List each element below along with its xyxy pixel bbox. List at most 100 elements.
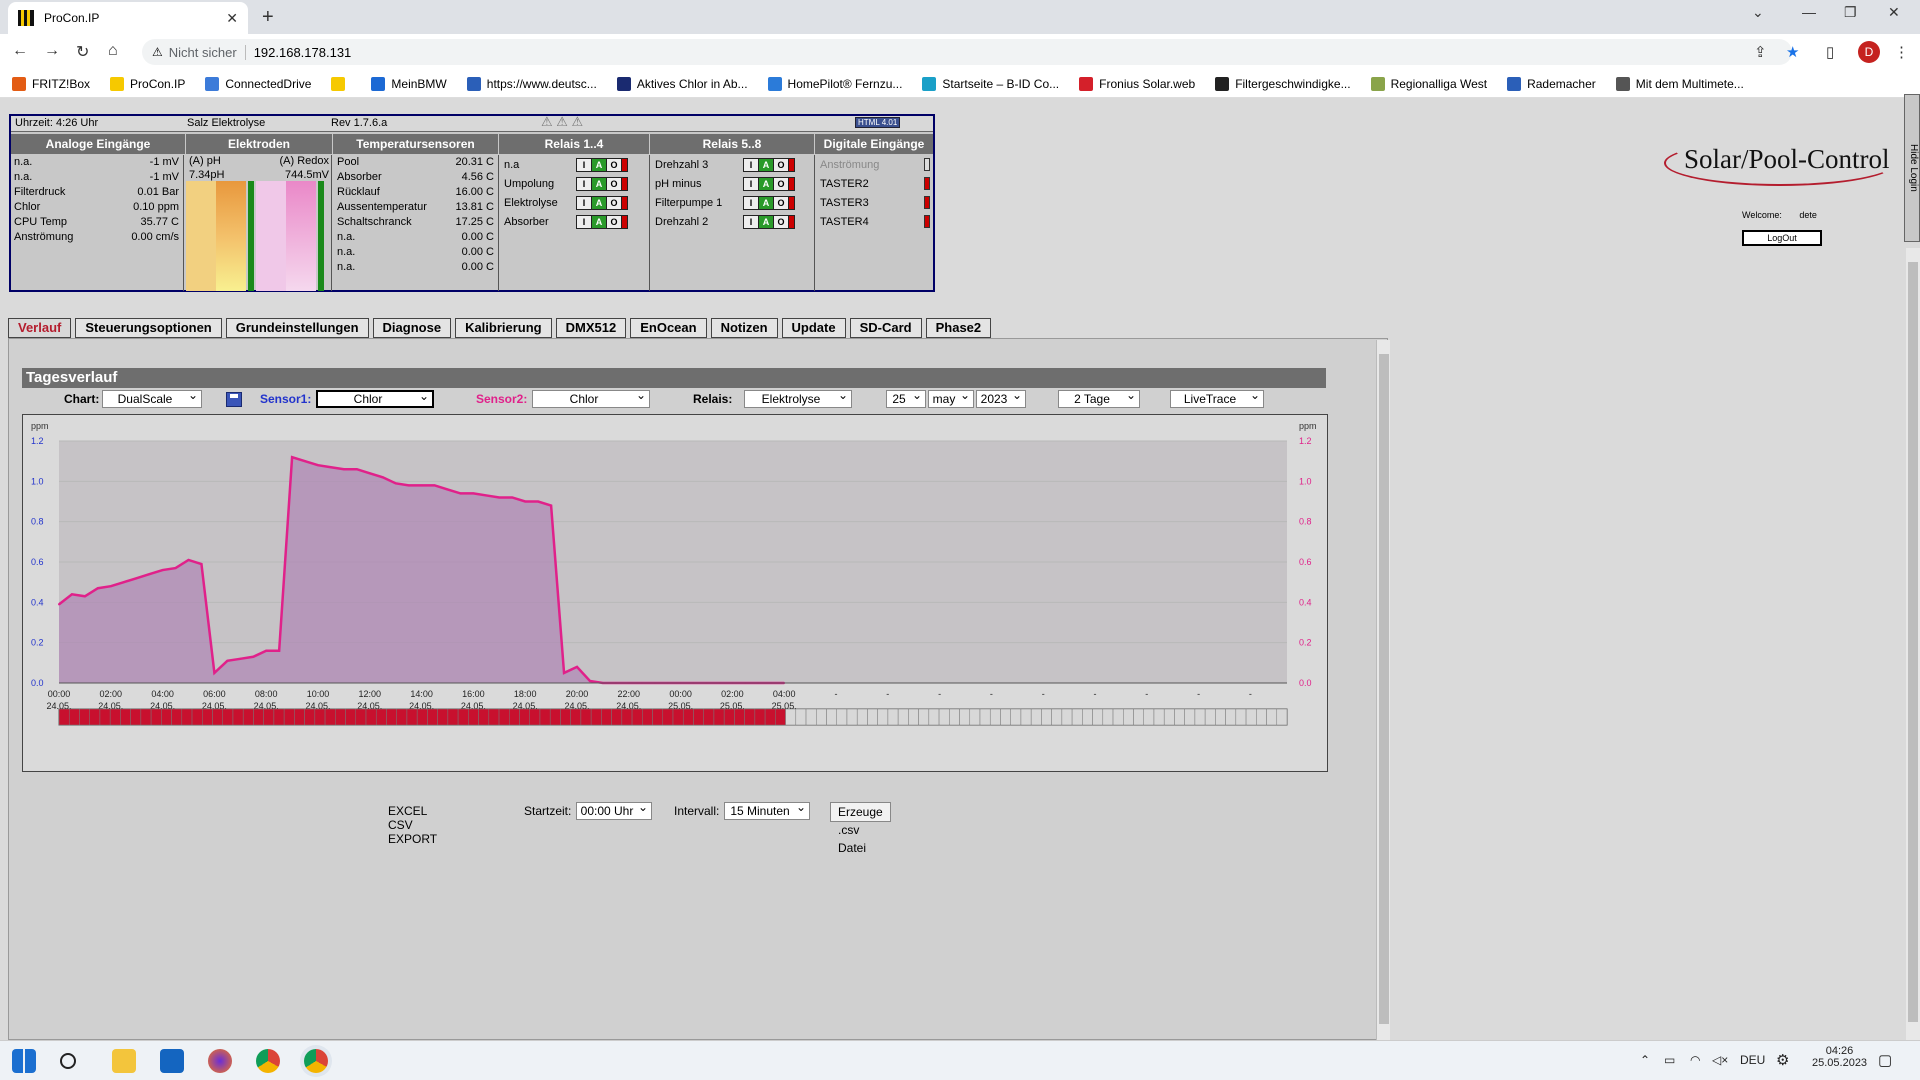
reload-icon[interactable]: ↻	[76, 42, 89, 62]
relay-iao-switch[interactable]: IAO	[743, 195, 795, 210]
interval-select[interactable]: 15 Minuten	[724, 800, 810, 820]
tab-dmx512[interactable]: DMX512	[555, 318, 627, 338]
relay-iao-switch[interactable]: IAO	[743, 176, 795, 191]
create-csv-button[interactable]: Erzeuge .csv Datei	[830, 802, 891, 855]
share-icon[interactable]: ⇪	[1754, 43, 1767, 61]
bookmark-item[interactable]: https://www.deutsc...	[466, 76, 597, 91]
relay-mode-a-button[interactable]: A	[759, 215, 773, 228]
relay-mode-a-button[interactable]: A	[592, 177, 606, 190]
tab-update[interactable]: Update	[781, 318, 846, 338]
relay-mode-o-button[interactable]: O	[607, 177, 621, 190]
chrome-active-icon[interactable]	[304, 1049, 328, 1073]
tab-enocean[interactable]: EnOcean	[630, 318, 707, 338]
year-select[interactable]: 2023	[976, 388, 1026, 408]
bookmark-item[interactable]: Fronius Solar.web	[1079, 76, 1195, 91]
html-validator-badge[interactable]: HTML 4.01	[855, 117, 901, 128]
relay-mode-i-button[interactable]: I	[577, 196, 591, 209]
notification-icon[interactable]: ▢	[1878, 1051, 1892, 1069]
relay-mode-i-button[interactable]: I	[744, 177, 758, 190]
bookmark-item[interactable]: Rademacher	[1507, 76, 1596, 91]
browser-tab[interactable]: ProCon.IP ✕	[8, 2, 248, 34]
bookmark-item[interactable]: Regionalliga West	[1370, 76, 1487, 91]
relay-iao-switch[interactable]: IAO	[576, 214, 628, 229]
tab-phase2[interactable]: Phase2	[925, 318, 992, 338]
minimize-icon[interactable]: —	[1802, 4, 1816, 20]
day-select[interactable]: 25	[886, 388, 926, 408]
relay-mode-i-button[interactable]: I	[577, 215, 591, 228]
wifi-icon[interactable]: ◠	[1690, 1053, 1700, 1067]
relay-mode-o-button[interactable]: O	[774, 158, 788, 171]
relay-iao-switch[interactable]: IAO	[576, 157, 628, 172]
settings-gear-icon[interactable]: ⚙	[1776, 1051, 1789, 1069]
relay-mode-a-button[interactable]: A	[592, 215, 606, 228]
outlook-icon[interactable]	[160, 1049, 184, 1073]
start-time-select[interactable]: 00:00 Uhr	[576, 800, 652, 820]
month-select[interactable]: may	[928, 388, 974, 408]
relay-mode-a-button[interactable]: A	[759, 158, 773, 171]
bookmark-item[interactable]: MeinBMW	[371, 76, 447, 91]
home-icon[interactable]: ⌂	[108, 42, 118, 60]
tab-sd-card[interactable]: SD-Card	[849, 318, 922, 338]
bookmark-item[interactable]: FRITZ!Box	[12, 76, 90, 91]
tab-search-icon[interactable]: ⌄	[1752, 4, 1764, 21]
chrome-icon[interactable]	[256, 1049, 280, 1073]
relay-mode-i-button[interactable]: I	[744, 215, 758, 228]
save-disk-icon[interactable]	[226, 392, 242, 407]
tray-chevron-icon[interactable]: ⌃	[1640, 1053, 1650, 1067]
language-indicator[interactable]: DEU	[1740, 1053, 1765, 1067]
scrollbar-thumb[interactable]	[1908, 262, 1918, 1022]
bookmark-item[interactable]	[331, 76, 351, 91]
bookmark-item[interactable]: ProCon.IP	[110, 76, 185, 91]
firefox-icon[interactable]	[208, 1049, 232, 1073]
relay-iao-switch[interactable]: IAO	[576, 176, 628, 191]
bookmark-item[interactable]: Aktives Chlor in Ab...	[616, 76, 748, 91]
back-icon[interactable]: ←	[12, 42, 28, 60]
relay-mode-i-button[interactable]: I	[577, 177, 591, 190]
relay-mode-o-button[interactable]: O	[774, 196, 788, 209]
forward-icon[interactable]: →	[44, 42, 60, 60]
tab-steuerungsoptionen[interactable]: Steuerungsoptionen	[75, 318, 222, 338]
bookmark-item[interactable]: Startseite – B-ID Co...	[922, 76, 1059, 91]
tab-verlauf[interactable]: Verlauf	[8, 318, 72, 338]
hide-login-tab[interactable]: Hide Login	[1904, 94, 1920, 242]
tab-grundeinstellungen[interactable]: Grundeinstellungen	[225, 318, 369, 338]
relay-mode-i-button[interactable]: I	[744, 158, 758, 171]
volume-icon[interactable]: ◁×	[1712, 1053, 1728, 1067]
windows-start-icon[interactable]	[12, 1049, 36, 1073]
chart-type-select[interactable]: DualScale	[102, 388, 202, 408]
url-field[interactable]: ⚠ Nicht sicher 192.168.178.131	[142, 39, 1792, 65]
search-icon[interactable]	[60, 1053, 76, 1069]
logout-button[interactable]: LogOut	[1742, 230, 1822, 246]
relay-mode-o-button[interactable]: O	[774, 215, 788, 228]
file-explorer-icon[interactable]	[112, 1049, 136, 1073]
relay-mode-a-button[interactable]: A	[592, 158, 606, 171]
range-select[interactable]: 2 Tage	[1058, 388, 1140, 408]
relay-iao-switch[interactable]: IAO	[576, 195, 628, 210]
profile-avatar[interactable]: D	[1858, 41, 1880, 63]
relay-mode-a-button[interactable]: A	[759, 196, 773, 209]
relay-iao-switch[interactable]: IAO	[743, 214, 795, 229]
relay-mode-i-button[interactable]: I	[744, 196, 758, 209]
window-close-icon[interactable]: ✕	[1888, 4, 1900, 21]
relay-mode-a-button[interactable]: A	[592, 196, 606, 209]
page-scrollbar[interactable]	[1906, 248, 1920, 1040]
scrollbar-thumb[interactable]	[1379, 354, 1389, 1024]
close-tab-icon[interactable]: ✕	[226, 10, 238, 27]
new-tab-icon[interactable]: +	[262, 6, 274, 29]
battery-icon[interactable]: ▭	[1664, 1053, 1675, 1067]
relay-mode-o-button[interactable]: O	[607, 158, 621, 171]
bookmark-item[interactable]: HomePilot® Fernzu...	[767, 76, 902, 91]
tab-diagnose[interactable]: Diagnose	[372, 318, 452, 338]
restore-icon[interactable]: ❐	[1844, 4, 1857, 21]
bookmark-item[interactable]: Mit dem Multimete...	[1615, 76, 1744, 91]
relay-mode-o-button[interactable]: O	[607, 215, 621, 228]
relay-mode-a-button[interactable]: A	[759, 177, 773, 190]
relay-mode-o-button[interactable]: O	[607, 196, 621, 209]
bookmark-item[interactable]: Filtergeschwindigke...	[1215, 76, 1351, 91]
bookmark-item[interactable]: ConnectedDrive	[205, 76, 311, 91]
clock[interactable]: 04:26 25.05.2023	[1812, 1045, 1867, 1069]
relay-mode-i-button[interactable]: I	[577, 158, 591, 171]
side-panel-icon[interactable]: ▯	[1826, 43, 1834, 61]
relais-select[interactable]: Elektrolyse	[744, 388, 852, 408]
tab-kalibrierung[interactable]: Kalibrierung	[455, 318, 552, 338]
